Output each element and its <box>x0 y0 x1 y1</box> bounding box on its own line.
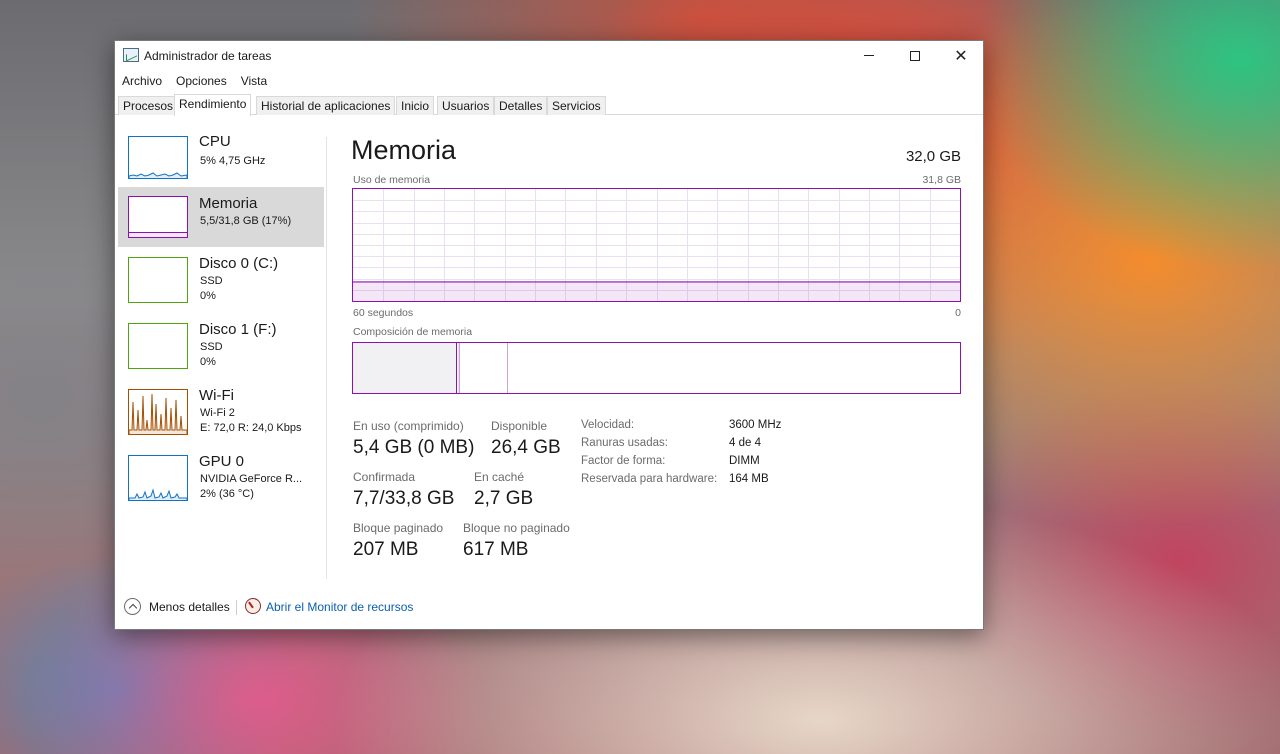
gpu-thumbnail-graph <box>128 455 188 501</box>
page-title: Memoria <box>351 135 457 165</box>
window-title: Administrador de tareas <box>144 49 272 63</box>
stat-available-label: Disponible <box>491 419 548 433</box>
minimize-icon <box>864 55 874 56</box>
footer-separator <box>236 600 237 615</box>
tab-rendimiento[interactable]: Rendimiento <box>174 94 252 116</box>
sidebar-item-name: CPU <box>199 133 231 150</box>
memory-composition-graph <box>352 342 961 394</box>
disk0-thumbnail-graph <box>128 257 188 303</box>
menu-bar: Archivo Opciones Vista <box>115 71 983 91</box>
info-speed-label: Velocidad: <box>581 419 635 431</box>
stat-paged-value: 207 MB <box>353 539 419 560</box>
menu-opciones[interactable]: Opciones <box>169 71 234 91</box>
stat-cached-label: En caché <box>474 470 525 484</box>
sidebar-item-detail-2: 2% (36 °C) <box>200 488 254 500</box>
sidebar-item-detail-2: 0% <box>200 356 216 368</box>
memory-level-fill <box>129 232 187 237</box>
memory-panel: Memoria 32,0 GB Uso de memoria 31,8 GB 6… <box>351 135 963 575</box>
sidebar-item-name: Disco 1 (F:) <box>199 321 277 338</box>
composition-graph-label: Composición de memoria <box>353 326 473 338</box>
info-reserved-value: 164 MB <box>729 473 769 485</box>
disk1-thumbnail-graph <box>128 323 188 369</box>
sidebar-item-cpu[interactable]: CPU 5% 4,75 GHz <box>118 131 324 191</box>
axis-right-label: 0 <box>955 307 961 319</box>
sidebar-item-detail: SSD <box>200 275 223 287</box>
composition-standby <box>507 343 508 393</box>
menu-vista[interactable]: Vista <box>234 71 274 91</box>
usage-graph-label: Uso de memoria <box>353 174 431 186</box>
sidebar-item-detail: 5,5/31,8 GB (17%) <box>200 215 292 227</box>
footer-bar: Menos detalles Abrir el Monitor de recur… <box>115 596 983 621</box>
info-slots-value: 4 de 4 <box>729 437 761 449</box>
sidebar-item-detail: NVIDIA GeForce R... <box>200 473 303 485</box>
cpu-thumbnail-graph <box>128 136 188 179</box>
composition-in-use <box>353 343 457 393</box>
memory-total: 32,0 GB <box>905 148 961 165</box>
wifi-thumbnail-graph <box>128 389 188 435</box>
menu-archivo[interactable]: Archivo <box>115 71 169 91</box>
sidebar-item-name: Memoria <box>199 195 258 212</box>
memory-usage-chart <box>353 189 960 301</box>
usage-area <box>353 281 960 301</box>
memory-usage-graph <box>352 188 961 302</box>
title-bar[interactable]: Administrador de tareas ✕ <box>115 41 983 70</box>
stat-committed-label: Confirmada <box>353 470 416 484</box>
stat-in-use-label: En uso (comprimido) <box>353 419 464 433</box>
tab-historial[interactable]: Historial de aplicaciones <box>256 96 396 115</box>
sidebar-item-name: Wi-Fi <box>199 387 234 404</box>
stat-nonpaged-label: Bloque no paginado <box>463 521 570 535</box>
cpu-sparkline <box>129 172 187 178</box>
sidebar-item-memoria[interactable]: Memoria 5,5/31,8 GB (17%) <box>118 187 324 247</box>
sidebar-item-detail: SSD <box>200 341 223 353</box>
sidebar-divider <box>326 137 327 579</box>
stat-available-value: 26,4 GB <box>491 437 561 458</box>
sidebar-item-detail-2: 0% <box>200 290 216 302</box>
stat-nonpaged-value: 617 MB <box>463 539 529 560</box>
info-reserved-label: Reservada para hardware: <box>581 473 718 485</box>
tab-inicio[interactable]: Inicio <box>396 96 435 115</box>
info-form-factor-label: Factor de forma: <box>581 455 666 467</box>
wifi-sparkline <box>129 393 187 434</box>
sidebar-item-detail-2: E: 72,0 R: 24,0 Kbps <box>200 422 302 434</box>
close-button[interactable]: ✕ <box>938 41 984 70</box>
chevron-up-icon[interactable] <box>124 598 141 615</box>
stat-cached-value: 2,7 GB <box>474 488 534 509</box>
memory-thumbnail-graph <box>128 196 188 238</box>
minimize-button[interactable] <box>846 41 892 70</box>
tab-servicios[interactable]: Servicios <box>547 96 606 115</box>
sidebar-item-detail: Wi-Fi 2 <box>200 407 235 419</box>
stat-paged-label: Bloque paginado <box>353 521 444 535</box>
task-manager-icon <box>123 48 139 62</box>
close-icon: ✕ <box>954 47 968 65</box>
stat-in-use-value: 5,4 GB (0 MB) <box>353 437 475 458</box>
tab-bar: Procesos Rendimiento Historial de aplica… <box>115 94 983 116</box>
tab-detalles[interactable]: Detalles <box>494 96 548 115</box>
tab-procesos[interactable]: Procesos <box>118 96 179 115</box>
maximize-button[interactable] <box>892 41 938 70</box>
info-form-factor-value: DIMM <box>729 455 760 467</box>
sidebar-item-wifi[interactable]: Wi-Fi Wi-Fi 2 E: 72,0 R: 24,0 Kbps <box>118 383 324 443</box>
sidebar-item-gpu[interactable]: GPU 0 NVIDIA GeForce R... 2% (36 °C) <box>118 449 324 509</box>
performance-sidebar: CPU 5% 4,75 GHz Memoria 5,5/31,8 GB (17%… <box>118 131 324 581</box>
tab-usuarios[interactable]: Usuarios <box>437 96 495 115</box>
sidebar-item-disco-0[interactable]: Disco 0 (C:) SSD 0% <box>118 251 324 311</box>
open-resource-monitor-link[interactable]: Abrir el Monitor de recursos <box>266 600 413 614</box>
task-manager-window: Administrador de tareas ✕ Archivo Opcion… <box>114 40 984 630</box>
sidebar-item-name: Disco 0 (C:) <box>199 255 279 272</box>
maximize-icon <box>910 50 920 61</box>
less-details-button[interactable]: Menos detalles <box>149 600 230 614</box>
usage-graph-max: 31,8 GB <box>922 174 961 186</box>
info-slots-label: Ranuras usadas: <box>581 437 668 449</box>
resource-monitor-icon[interactable] <box>245 598 261 614</box>
composition-modified <box>458 343 460 393</box>
sidebar-item-detail: 5% 4,75 GHz <box>200 155 266 167</box>
stat-committed-value: 7,7/33,8 GB <box>353 488 455 509</box>
info-speed-value: 3600 MHz <box>729 419 782 431</box>
axis-left-label: 60 segundos <box>353 307 414 319</box>
sidebar-item-disco-1[interactable]: Disco 1 (F:) SSD 0% <box>118 317 324 377</box>
sidebar-item-name: GPU 0 <box>199 453 245 470</box>
gpu-sparkline <box>129 488 187 500</box>
